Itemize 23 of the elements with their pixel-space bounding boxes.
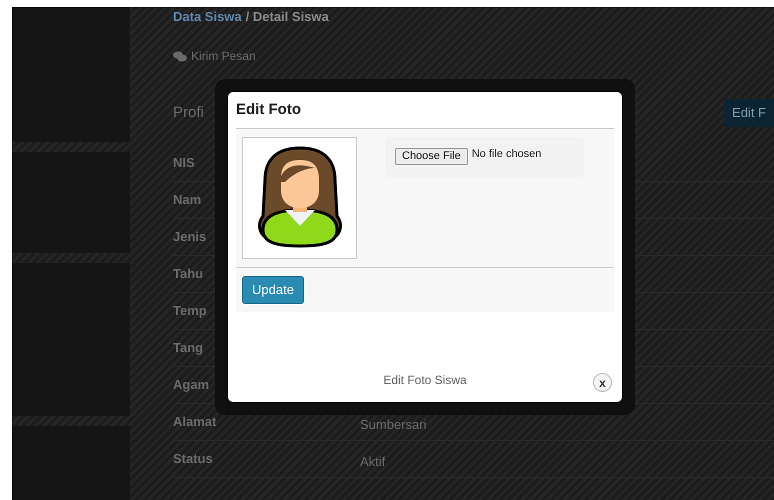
breadcrumb-current: / Detail Siswa — [246, 9, 329, 25]
update-button[interactable]: Update — [242, 276, 304, 304]
modal-title: Edit Foto — [236, 100, 301, 120]
edit-button[interactable]: Edit F — [724, 99, 774, 127]
field-label: Tang — [173, 339, 204, 358]
message-link[interactable]: Kirim Pesan — [191, 47, 256, 65]
profile-heading: Profi — [173, 102, 204, 123]
field-label: Status — [173, 450, 214, 468]
chat-icon — [173, 50, 187, 62]
field-label: Tahu — [173, 265, 204, 284]
modal-caption: Edit Foto Siswa — [383, 372, 467, 389]
choose-file-button[interactable]: Choose File — [395, 148, 468, 165]
breadcrumb-link[interactable]: Data Siswa — [173, 9, 242, 25]
field-label: NIS — [173, 154, 196, 172]
field-value: Aktif — [360, 453, 386, 472]
field-label: Temp — [173, 302, 208, 320]
field-label: Alamat — [173, 413, 218, 432]
file-status: No file chosen — [472, 147, 542, 162]
field-label: Nam — [173, 191, 202, 210]
field-value: Sumbersari — [360, 416, 426, 434]
field-label: Agam — [173, 376, 210, 394]
field-label: Jenis — [173, 228, 208, 246]
close-button[interactable]: x — [593, 373, 612, 392]
